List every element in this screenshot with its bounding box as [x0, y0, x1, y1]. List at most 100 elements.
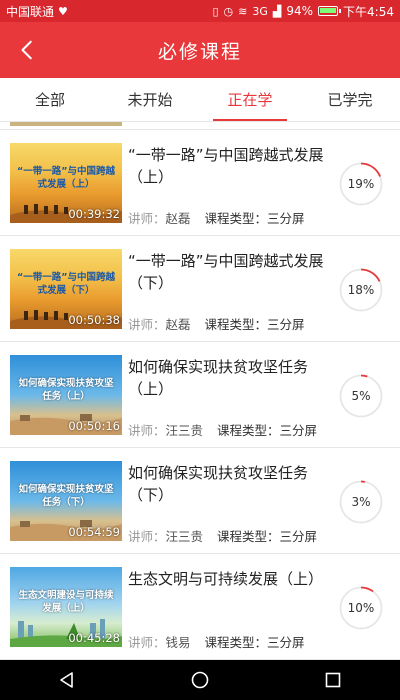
- clock: 下午4:54: [343, 4, 394, 19]
- progress-ring: 19%: [338, 161, 384, 207]
- tab-bar: 全部 未开始 正在学 已学完: [0, 78, 400, 122]
- teacher: 讲师：汪三贵: [128, 526, 203, 545]
- heart-health-icon: ♥: [58, 4, 68, 18]
- partial-thumbnail: [10, 122, 122, 126]
- tab-completed[interactable]: 已学完: [300, 78, 400, 121]
- type-label: 课程类型：: [204, 635, 268, 650]
- course-meta: 讲师：汪三贵 课程类型：三分屏: [128, 526, 317, 545]
- teacher-label: 讲师：: [128, 317, 166, 332]
- course-item[interactable]: “一带一路”与中国跨越式发展（上） 00:39:32 “一带一路”与中国跨越式发…: [0, 130, 400, 236]
- thumbnail-caption: “一带一路”与中国跨越式发展（下）: [17, 272, 115, 296]
- course-title: “一带一路”与中国跨越式发展（上）: [128, 146, 324, 186]
- nav-recent-icon: [326, 672, 341, 688]
- teacher-label: 讲师：: [128, 529, 166, 544]
- course-list[interactable]: “一带一路”与中国跨越式发展（上） 00:39:32 “一带一路”与中国跨越式发…: [0, 122, 400, 660]
- signal-icon: ▟: [272, 4, 282, 18]
- video-duration: 00:50:38: [68, 313, 120, 327]
- progress-ring: 18%: [338, 267, 384, 313]
- teacher-name: 钱易: [165, 635, 191, 650]
- teacher-name: 赵磊: [165, 317, 191, 332]
- teacher-name: 汪三贵: [165, 423, 204, 438]
- course-title: “一带一路”与中国跨越式发展（下）: [128, 252, 324, 292]
- progress-ring: 3%: [338, 479, 384, 525]
- nav-home-button[interactable]: [178, 660, 222, 700]
- video-duration: 00:39:32: [68, 207, 120, 221]
- course-item[interactable]: 生态文明建设与可持续发展（上） 00:45:28 生态文明与可持续发展（上） 讲…: [0, 554, 400, 660]
- tab-label: 全部: [34, 91, 65, 109]
- teacher: 讲师：赵磊: [128, 314, 191, 333]
- back-button[interactable]: [8, 30, 48, 70]
- type-label: 课程类型：: [204, 211, 268, 226]
- type-value: 三分屏: [267, 211, 305, 226]
- type-label: 课程类型：: [217, 423, 280, 438]
- tab-all[interactable]: 全部: [0, 78, 100, 121]
- progress-percent: 18%: [347, 283, 375, 297]
- teacher-name: 赵磊: [165, 211, 191, 226]
- status-bar: 中国联通 ♥ ▯ ◷ ≋ 3G ▟ 94% 下午4:54: [0, 0, 400, 22]
- course-thumbnail: “一带一路”与中国跨越式发展（上） 00:39:32: [10, 143, 122, 223]
- tab-not-started[interactable]: 未开始: [100, 78, 200, 121]
- back-arrow-icon: [21, 40, 32, 60]
- battery-percent: 94%: [286, 4, 314, 18]
- teacher: 讲师：赵磊: [128, 208, 191, 227]
- course-meta: 讲师：钱易 课程类型：三分屏: [128, 632, 305, 651]
- teacher-label: 讲师：: [128, 423, 166, 438]
- partial-list-item: [0, 122, 400, 130]
- course-title: 如何确保实现扶贫攻坚任务（下）: [128, 464, 309, 504]
- carrier: 中国联通 ♥: [6, 3, 68, 20]
- video-duration: 00:50:16: [68, 419, 120, 433]
- progress-percent: 5%: [351, 389, 371, 403]
- type-value: 三分屏: [267, 635, 305, 650]
- type-value: 三分屏: [267, 317, 305, 332]
- video-duration: 00:54:59: [68, 525, 120, 539]
- thumbnail-caption: 如何确保实现扶贫攻坚任务（下）: [18, 484, 114, 508]
- progress-percent: 19%: [347, 177, 375, 191]
- progress-percent: 10%: [347, 601, 375, 615]
- course-item[interactable]: “一带一路”与中国跨越式发展（下） 00:50:38 “一带一路”与中国跨越式发…: [0, 236, 400, 342]
- course-item[interactable]: 如何确保实现扶贫攻坚任务（上） 00:50:16 如何确保实现扶贫攻坚任务（上）…: [0, 342, 400, 448]
- thumbnail-caption: 如何确保实现扶贫攻坚任务（上）: [18, 378, 114, 402]
- vibrate-icon: ▯: [212, 4, 219, 18]
- nav-back-icon: [59, 672, 73, 688]
- system-nav-bar: [0, 660, 400, 700]
- course-meta: 讲师：汪三贵 课程类型：三分屏: [128, 420, 317, 439]
- page-title: 必修课程: [157, 40, 242, 63]
- nav-recent-button[interactable]: [311, 660, 355, 700]
- course-type: 课程类型：三分屏: [205, 314, 305, 333]
- title-bar: 必修课程: [0, 22, 400, 78]
- tab-in-progress[interactable]: 正在学: [200, 78, 300, 121]
- progress-percent: 3%: [351, 495, 371, 509]
- progress-ring: 5%: [338, 373, 384, 419]
- course-type: 课程类型：三分屏: [217, 526, 317, 545]
- course-thumbnail: 生态文明建设与可持续发展（上） 00:45:28: [10, 567, 122, 647]
- course-type: 课程类型：三分屏: [205, 208, 305, 227]
- course-title: 生态文明与可持续发展（上）: [128, 570, 324, 588]
- type-value: 三分屏: [279, 529, 318, 544]
- battery-icon: [318, 6, 342, 16]
- thumbnail-caption: “一带一路”与中国跨越式发展（上）: [17, 166, 115, 190]
- progress-ring: 10%: [338, 585, 384, 631]
- status-icons: ▯ ◷ ≋ 3G ▟ 94% 下午4:54: [212, 3, 394, 20]
- teacher: 讲师：钱易: [128, 632, 191, 651]
- video-duration: 00:45:28: [68, 631, 120, 645]
- course-thumbnail: “一带一路”与中国跨越式发展（下） 00:50:38: [10, 249, 122, 329]
- teacher-name: 汪三贵: [165, 529, 204, 544]
- course-meta: 讲师：赵磊 课程类型：三分屏: [128, 314, 305, 333]
- network-type: 3G: [252, 4, 268, 18]
- tab-label: 未开始: [127, 91, 173, 109]
- alarm-icon: ◷: [223, 4, 234, 18]
- course-meta: 讲师：赵磊 课程类型：三分屏: [128, 208, 305, 227]
- wifi-icon: ≋: [238, 4, 248, 18]
- course-type: 课程类型：三分屏: [217, 420, 317, 439]
- course-type: 课程类型：三分屏: [205, 632, 305, 651]
- course-thumbnail: 如何确保实现扶贫攻坚任务（上） 00:50:16: [10, 355, 122, 435]
- nav-back-button[interactable]: [45, 660, 89, 700]
- teacher-label: 讲师：: [128, 211, 166, 226]
- course-item[interactable]: 如何确保实现扶贫攻坚任务（下） 00:54:59 如何确保实现扶贫攻坚任务（下）…: [0, 448, 400, 554]
- course-thumbnail: 如何确保实现扶贫攻坚任务（下） 00:54:59: [10, 461, 122, 541]
- tab-label: 已学完: [327, 91, 373, 109]
- type-value: 三分屏: [279, 423, 318, 438]
- carrier-name: 中国联通: [6, 4, 55, 19]
- tab-label: 正在学: [227, 91, 273, 109]
- thumbnail-caption: 生态文明建设与可持续发展（上）: [18, 590, 114, 614]
